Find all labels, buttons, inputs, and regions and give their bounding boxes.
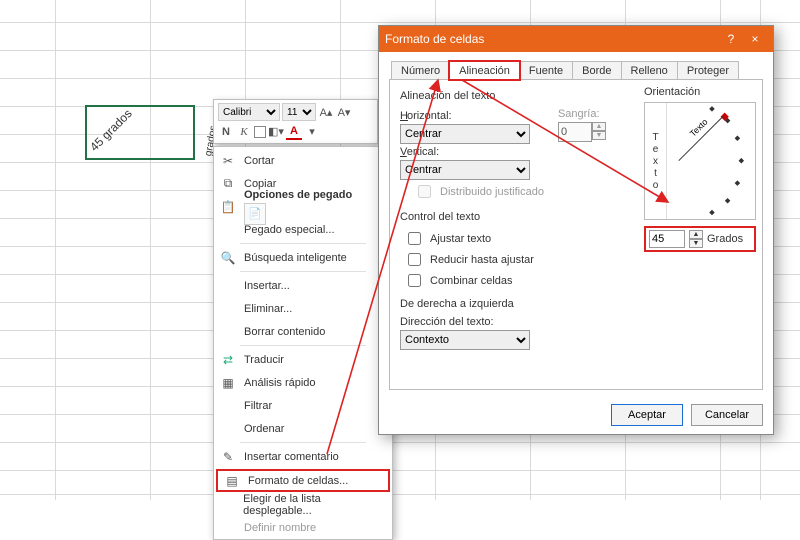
- search-icon: 🔍: [218, 251, 238, 265]
- label-vertical: Vertical:: [400, 146, 439, 158]
- group-text-control: Control del texto: [400, 211, 640, 223]
- group-text-alignment: Alineación del texto: [400, 90, 640, 102]
- horizontal-select[interactable]: Centrar: [400, 124, 530, 144]
- tab-border[interactable]: Borde: [572, 61, 621, 80]
- degrees-label: Grados: [707, 233, 743, 245]
- translate-icon: ⇄: [218, 353, 238, 367]
- indent-down: ▼: [592, 131, 606, 140]
- font-color-dropdown-icon[interactable]: ▾: [304, 124, 320, 140]
- menu-define-name[interactable]: Definir nombre: [214, 516, 392, 539]
- menu-paste-options: 📋 Opciones de pegado 📄: [214, 195, 392, 218]
- label-text-direction: Dirección del texto:: [400, 316, 494, 328]
- orientation-group: Orientación Texto: [644, 86, 756, 252]
- font-color-icon[interactable]: A: [286, 124, 302, 140]
- format-cells-icon: ▤: [222, 474, 242, 488]
- orientation-dial[interactable]: Texto: [667, 103, 755, 219]
- orientation-needle-text: Texto: [688, 117, 710, 139]
- menu-filter[interactable]: Filtrar ▸: [214, 394, 392, 417]
- text-direction-select[interactable]: Contexto: [400, 330, 530, 350]
- menu-quick-analysis[interactable]: ▦ Análisis rápido: [214, 371, 392, 394]
- dialog-close-button[interactable]: ×: [743, 32, 767, 46]
- orientation-vertical-button[interactable]: Texto: [645, 103, 667, 219]
- indent-up: ▲: [592, 122, 606, 131]
- dialog-titlebar[interactable]: Formato de celdas ? ×: [379, 26, 773, 52]
- tab-protect[interactable]: Proteger: [677, 61, 739, 80]
- label-indent: Sangría:: [558, 108, 606, 120]
- wrap-text-check[interactable]: [408, 232, 421, 245]
- cancel-button[interactable]: Cancelar: [691, 404, 763, 426]
- menu-insert-comment[interactable]: ✎ Insertar comentario: [214, 445, 392, 468]
- comment-icon: ✎: [218, 450, 238, 464]
- border-icon[interactable]: [254, 126, 266, 138]
- degrees-highlight: ▲ ▼ Grados: [644, 226, 756, 252]
- degrees-up[interactable]: ▲: [689, 230, 703, 239]
- indent-input: [558, 122, 592, 142]
- cut-icon: ✂: [218, 154, 238, 168]
- dialog-help-button[interactable]: ?: [719, 32, 743, 46]
- degrees-input[interactable]: [649, 230, 685, 248]
- menu-smart-lookup[interactable]: 🔍 Búsqueda inteligente: [214, 246, 392, 269]
- distributed-justified-check: [418, 185, 431, 198]
- quick-analysis-icon: ▦: [218, 376, 238, 390]
- menu-insert[interactable]: Insertar...: [214, 274, 392, 297]
- menu-translate[interactable]: ⇄ Traducir: [214, 348, 392, 371]
- menu-cut[interactable]: ✂ Cortar: [214, 149, 392, 172]
- fill-color-icon[interactable]: ◧▾: [268, 124, 284, 140]
- italic-icon[interactable]: K: [236, 124, 252, 140]
- font-size-select[interactable]: 11: [282, 103, 316, 121]
- tab-font[interactable]: Fuente: [519, 61, 573, 80]
- selected-cell[interactable]: 45 grados: [85, 105, 195, 160]
- font-family-select[interactable]: Calibri: [218, 103, 280, 121]
- orientation-label: Orientación: [644, 86, 756, 98]
- tab-alignment[interactable]: Alineación: [449, 61, 520, 80]
- copy-icon: ⧉: [218, 176, 238, 191]
- dialog-tabs: Número Alineación Fuente Borde Relleno P…: [379, 52, 773, 79]
- decrease-font-icon[interactable]: A▾: [336, 104, 352, 120]
- mini-toolbar: Calibri 11 A▴ A▾ N K ◧▾ A ▾: [213, 99, 378, 144]
- paste-icon: 📋: [218, 200, 238, 214]
- menu-clear[interactable]: Borrar contenido: [214, 320, 392, 343]
- format-cells-dialog: Formato de celdas ? × Número Alineación …: [378, 25, 774, 435]
- tab-number[interactable]: Número: [391, 61, 450, 80]
- increase-font-icon[interactable]: A▴: [318, 104, 334, 120]
- dialog-title: Formato de celdas: [385, 32, 484, 46]
- cell-text: 45 grados: [87, 106, 135, 154]
- bold-icon[interactable]: N: [218, 124, 234, 140]
- group-rtl: De derecha a izquierda: [400, 298, 640, 310]
- menu-format-cells[interactable]: ▤ Formato de celdas...: [216, 469, 390, 492]
- label-horizontal: Horizontal:: [400, 110, 452, 122]
- merge-cells-check[interactable]: [408, 274, 421, 287]
- menu-paste-special[interactable]: Pegado especial... ▸: [214, 218, 392, 241]
- tab-fill[interactable]: Relleno: [621, 61, 678, 80]
- degrees-down[interactable]: ▼: [689, 239, 703, 248]
- vertical-select[interactable]: Centrar: [400, 160, 530, 180]
- menu-sort[interactable]: Ordenar ▸: [214, 417, 392, 440]
- ok-button[interactable]: Aceptar: [611, 404, 683, 426]
- menu-delete[interactable]: Eliminar...: [214, 297, 392, 320]
- context-menu: ✂ Cortar ⧉ Copiar 📋 Opciones de pegado 📄…: [213, 146, 393, 540]
- menu-pick-from-list[interactable]: Elegir de la lista desplegable...: [214, 493, 392, 516]
- shrink-to-fit-check[interactable]: [408, 253, 421, 266]
